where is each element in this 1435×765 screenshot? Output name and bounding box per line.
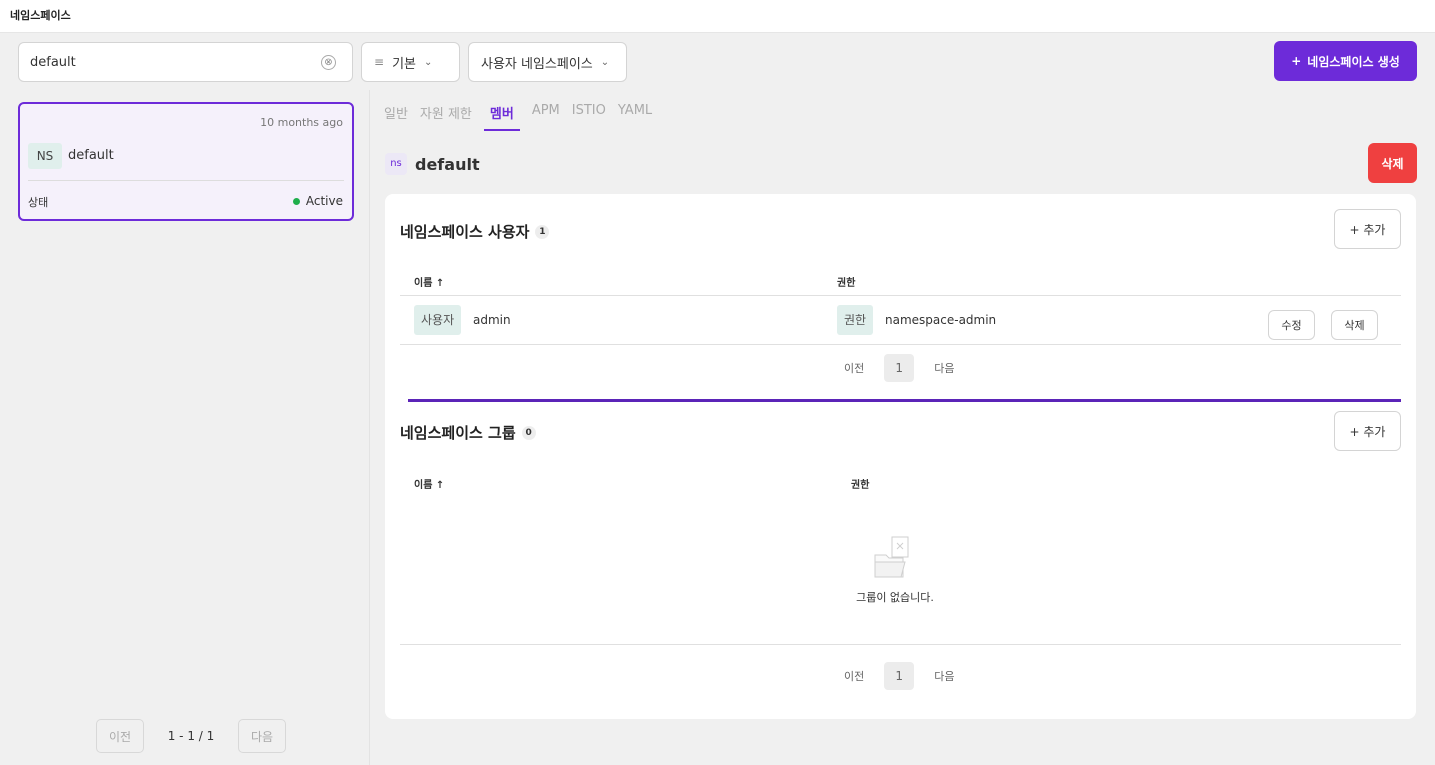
tab-apm[interactable]: APM (532, 99, 560, 131)
users-next-page[interactable]: 다음 (930, 360, 958, 376)
groups-section-title: 네임스페이스 그룹 0 (400, 422, 536, 443)
user-type-tag: 사용자 (414, 305, 462, 335)
namespace-badge: NS (28, 143, 62, 169)
groups-col-role: 권한 (851, 480, 870, 491)
prev-page-button[interactable]: 이전 (96, 719, 144, 753)
groups-next-page[interactable]: 다음 (930, 668, 958, 684)
tab-members[interactable]: 멤버 (483, 99, 520, 131)
groups-title-text: 네임스페이스 그룹 (400, 424, 516, 442)
role-tag: 권한 (837, 305, 874, 335)
basic-dropdown[interactable]: ≡ 기본 ⌄ (361, 42, 460, 82)
basic-dropdown-label: 기본 (392, 56, 416, 72)
users-col-name[interactable]: 이름 ↑ (414, 274, 444, 289)
status-dot-icon (292, 197, 300, 205)
groups-count-badge: 0 (521, 425, 536, 440)
next-page-button[interactable]: 다음 (238, 719, 286, 753)
divider (400, 644, 1401, 645)
create-namespace-button[interactable]: + 네임스페이스 생성 (1274, 41, 1417, 81)
section-divider (408, 399, 1401, 402)
users-pagination: 이전 1 다음 (840, 354, 959, 382)
groups-col-name[interactable]: 이름 ↑ (414, 476, 444, 491)
detail-heading: ns default (385, 153, 480, 175)
namespace-type-dropdown[interactable]: 사용자 네임스페이스 ⌄ (468, 42, 627, 82)
status-value: Active (292, 194, 343, 208)
tab-yaml[interactable]: YAML (618, 99, 652, 131)
chevron-down-icon: ⌄ (423, 56, 433, 68)
divider (400, 295, 1401, 296)
create-namespace-label: 네임스페이스 생성 (1307, 54, 1400, 69)
list-pagination: 이전 1 - 1 / 1 다음 (96, 719, 286, 753)
namespace-name: default (68, 148, 114, 163)
empty-message: 그룹이 없습니다. (856, 591, 934, 604)
search-box[interactable]: ⊗ (18, 42, 353, 82)
delete-namespace-button[interactable]: 삭제 (1368, 143, 1417, 183)
user-name: admin (473, 313, 511, 327)
filter-icon: ≡ (374, 55, 385, 69)
app-body: ⊗ ≡ 기본 ⌄ 사용자 네임스페이스 ⌄ + 네임스페이스 생성 10 mon… (0, 33, 1435, 765)
status-text: Active (305, 194, 343, 208)
chevron-down-icon: ⌄ (600, 56, 610, 68)
divider (400, 344, 1401, 345)
members-card: 네임스페이스 사용자 1 + 추가 이름 ↑ 권한 사용자 admin 권한 n… (385, 194, 1416, 719)
top-bar: 네임스페이스 (0, 0, 1435, 33)
page-title: 네임스페이스 (10, 9, 71, 22)
detail-tabs: 일반 자원 제한 멤버 APM ISTIO YAML (384, 99, 652, 131)
users-count-badge: 1 (535, 224, 550, 239)
plus-icon: + (1291, 54, 1302, 68)
page-info: 1 - 1 / 1 (167, 729, 215, 743)
groups-page-number[interactable]: 1 (884, 662, 915, 690)
clear-icon[interactable]: ⊗ (321, 55, 336, 70)
tab-istio[interactable]: ISTIO (572, 99, 606, 131)
users-page-number[interactable]: 1 (884, 354, 915, 382)
groups-prev-page[interactable]: 이전 (840, 668, 868, 684)
users-col-role: 권한 (837, 278, 856, 289)
namespace-age: 10 months ago (260, 116, 343, 129)
add-user-button[interactable]: + 추가 (1334, 209, 1401, 249)
groups-pagination: 이전 1 다음 (840, 662, 959, 690)
card-divider (28, 180, 344, 181)
namespace-title: default (415, 154, 480, 174)
namespace-list-panel: 10 months ago NS default 상태 Active 이전 1 … (0, 90, 370, 765)
namespace-type-label: 사용자 네임스페이스 (481, 56, 593, 72)
users-section-title: 네임스페이스 사용자 1 (400, 221, 550, 242)
users-title-text: 네임스페이스 사용자 (400, 223, 530, 241)
empty-state: 그룹이 없습니다. (835, 535, 955, 605)
users-prev-page[interactable]: 이전 (840, 360, 868, 376)
delete-user-button[interactable]: 삭제 (1331, 310, 1378, 340)
tab-resource-limit[interactable]: 자원 제한 (420, 99, 472, 131)
empty-folder-icon (874, 536, 909, 578)
edit-user-button[interactable]: 수정 (1268, 310, 1315, 340)
namespace-icon: ns (385, 153, 407, 175)
status-label: 상태 (28, 196, 49, 209)
search-input[interactable] (30, 52, 310, 72)
namespace-card[interactable]: 10 months ago NS default 상태 Active (18, 102, 354, 221)
tab-general[interactable]: 일반 (384, 99, 408, 131)
user-role: namespace-admin (885, 313, 997, 327)
add-group-button[interactable]: + 추가 (1334, 411, 1401, 451)
